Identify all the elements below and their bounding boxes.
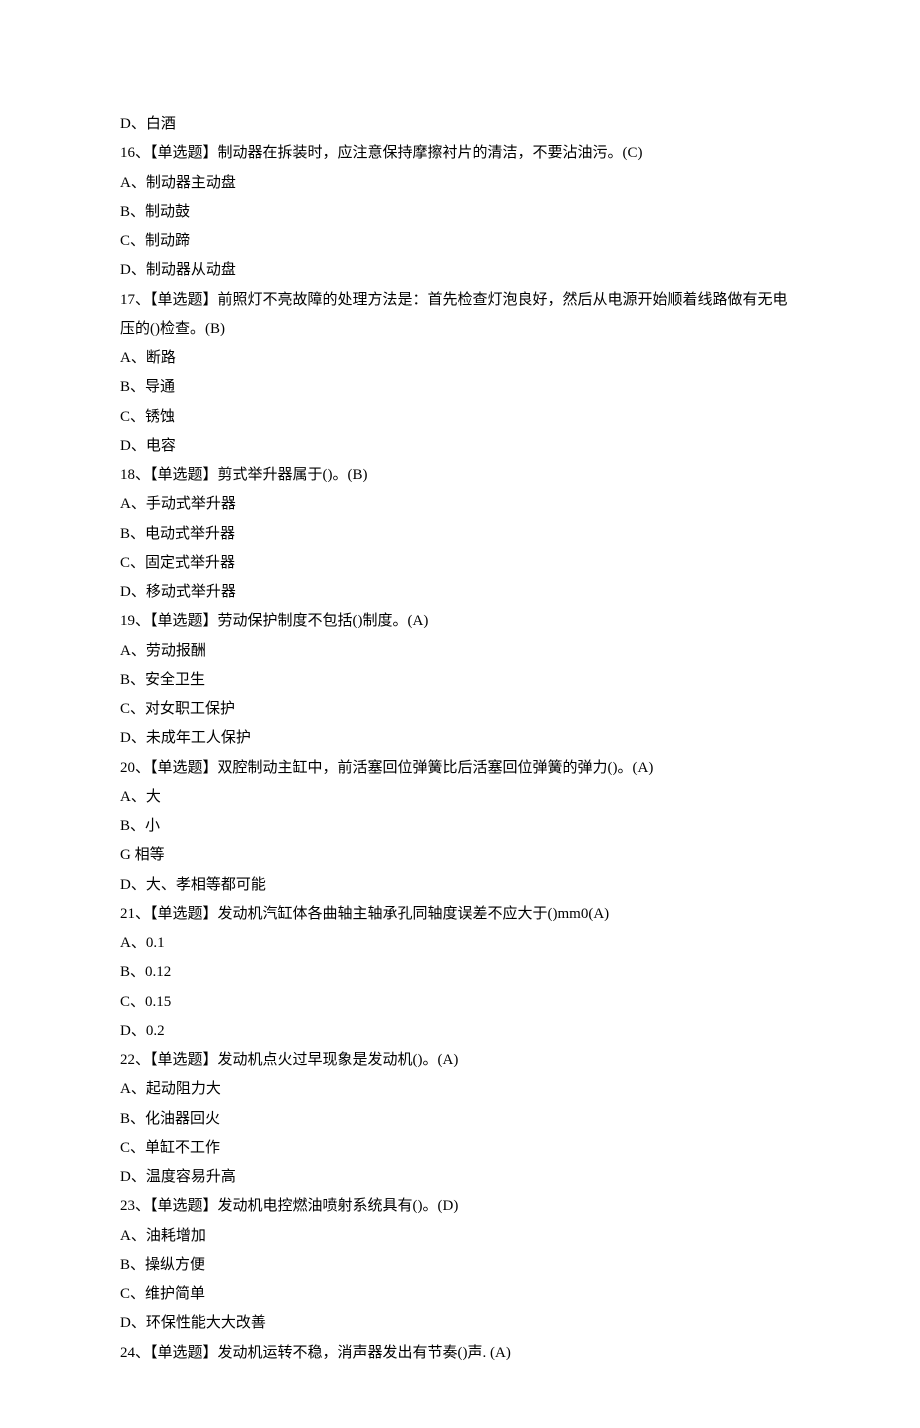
text-line: D、制动器从动盘: [120, 256, 800, 285]
text-line: B、电动式举升器: [120, 520, 800, 549]
text-line: C、锈蚀: [120, 403, 800, 432]
text-line: B、制动鼓: [120, 198, 800, 227]
text-line: C、固定式举升器: [120, 549, 800, 578]
text-line: 24、【单选题】发动机运转不稳，消声器发出有节奏()声. (A): [120, 1339, 800, 1368]
text-line: D、环保性能大大改善: [120, 1309, 800, 1338]
text-line: D、白酒: [120, 110, 800, 139]
text-line: A、油耗增加: [120, 1222, 800, 1251]
text-line: 23、【单选题】发动机电控燃油喷射系统具有()。(D): [120, 1192, 800, 1221]
text-line: 18、【单选题】剪式举升器属于()。(B): [120, 461, 800, 490]
text-line: B、0.12: [120, 958, 800, 987]
text-line: 19、【单选题】劳动保护制度不包括()制度。(A): [120, 607, 800, 636]
text-line: G 相等: [120, 841, 800, 870]
text-line: C、0.15: [120, 988, 800, 1017]
text-line: D、电容: [120, 432, 800, 461]
text-line: A、大: [120, 783, 800, 812]
text-line: D、未成年工人保护: [120, 724, 800, 753]
text-line: C、对女职工保护: [120, 695, 800, 724]
text-line: D、移动式举升器: [120, 578, 800, 607]
text-line: B、小: [120, 812, 800, 841]
text-line: D、温度容易升高: [120, 1163, 800, 1192]
text-line: D、大、孝相等都可能: [120, 871, 800, 900]
text-line: C、制动蹄: [120, 227, 800, 256]
text-line: B、安全卫生: [120, 666, 800, 695]
text-line: A、劳动报酬: [120, 637, 800, 666]
text-line: B、导通: [120, 373, 800, 402]
text-line: 16、【单选题】制动器在拆装时，应注意保持摩擦衬片的清洁，不要沾油污。(C): [120, 139, 800, 168]
text-line: 20、【单选题】双腔制动主缸中，前活塞回位弹簧比后活塞回位弹簧的弹力()。(A): [120, 754, 800, 783]
text-line: A、0.1: [120, 929, 800, 958]
text-line: B、化油器回火: [120, 1105, 800, 1134]
text-line: B、操纵方便: [120, 1251, 800, 1280]
document-body: D、白酒16、【单选题】制动器在拆装时，应注意保持摩擦衬片的清洁，不要沾油污。(…: [120, 110, 800, 1368]
text-line: 22、【单选题】发动机点火过早现象是发动机()。(A): [120, 1046, 800, 1075]
text-line: A、断路: [120, 344, 800, 373]
text-line: C、单缸不工作: [120, 1134, 800, 1163]
text-line: A、起动阻力大: [120, 1075, 800, 1104]
text-line: A、制动器主动盘: [120, 169, 800, 198]
text-line: 17、【单选题】前照灯不亮故障的处理方法是：首先检查灯泡良好，然后从电源开始顺着…: [120, 286, 800, 345]
text-line: C、维护简单: [120, 1280, 800, 1309]
text-line: 21、【单选题】发动机汽缸体各曲轴主轴承孔同轴度误差不应大于()mm0(A): [120, 900, 800, 929]
text-line: D、0.2: [120, 1017, 800, 1046]
text-line: A、手动式举升器: [120, 490, 800, 519]
